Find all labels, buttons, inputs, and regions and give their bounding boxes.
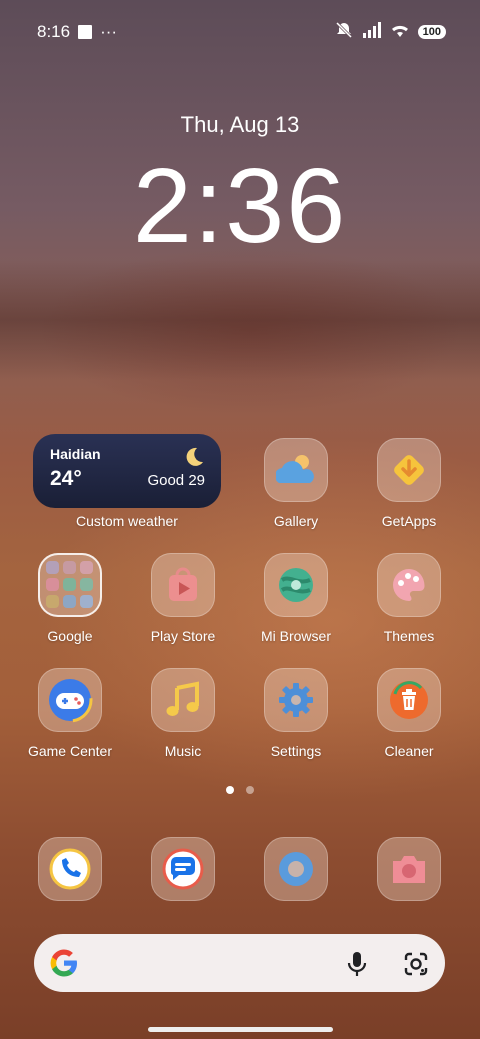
google-search-bar[interactable] [34, 934, 445, 992]
phone-app-icon[interactable] [38, 837, 102, 901]
gallery-icon [276, 455, 314, 483]
wifi-icon [390, 22, 410, 43]
page-indicator-dot-1[interactable] [226, 786, 234, 794]
clock-widget[interactable]: 2:36 [0, 148, 480, 265]
phone-icon [49, 848, 91, 890]
weather-widget-label: Custom weather [76, 513, 178, 529]
more-notifications: ··· [100, 22, 118, 41]
cleaner-label: Cleaner [384, 743, 434, 759]
gesture-navigation-bar[interactable] [148, 1027, 333, 1032]
themes-label: Themes [383, 628, 435, 644]
getapps-icon [394, 455, 424, 485]
folder-apps-icon [46, 561, 93, 608]
weather-temperature: 24° [50, 467, 82, 490]
themes-icon [393, 569, 425, 601]
weather-city: Haidian [50, 446, 101, 462]
browser-app-icon[interactable] [264, 837, 328, 901]
cleaner-app-icon[interactable] [377, 668, 441, 732]
page-indicator-dot-2[interactable] [246, 786, 254, 794]
game-center-app-icon[interactable] [38, 668, 102, 732]
browser-icon [279, 852, 313, 886]
moon-icon [183, 446, 205, 473]
lockscreen-date[interactable]: Thu, Aug 13 [0, 112, 480, 138]
status-time: 8:16 [37, 22, 71, 41]
gear-icon [279, 683, 313, 717]
signal-icon [362, 21, 382, 43]
battery-indicator: 100 [417, 25, 446, 39]
google-logo [48, 947, 80, 984]
play-store-icon [169, 567, 197, 601]
status-bar: 8:16 ··· 100 [37, 18, 446, 46]
gallery-app-icon[interactable] [264, 438, 328, 502]
weather-widget[interactable]: Haidian 24° Good 29 [33, 434, 221, 508]
weather-air-quality: Good 29 [147, 472, 205, 489]
game-center-icon [47, 677, 93, 723]
mi-browser-app-icon[interactable] [264, 553, 328, 617]
settings-app-icon[interactable] [264, 668, 328, 732]
music-icon [166, 681, 199, 716]
getapps-label: GetApps [381, 513, 437, 529]
google-folder[interactable] [38, 553, 102, 617]
themes-app-icon[interactable] [377, 553, 441, 617]
music-app-icon[interactable] [151, 668, 215, 732]
notification-icon [78, 25, 93, 39]
mi-browser-icon [279, 568, 313, 602]
mic-icon[interactable] [346, 950, 368, 983]
lens-icon[interactable] [403, 951, 429, 982]
getapps-app-icon[interactable] [377, 438, 441, 502]
messages-icon [162, 848, 204, 890]
messages-app-icon[interactable] [151, 837, 215, 901]
mute-vibrate-icon [334, 21, 354, 44]
camera-app-icon[interactable] [377, 837, 441, 901]
cleaner-icon [390, 681, 428, 719]
play-store-app-icon[interactable] [151, 553, 215, 617]
camera-icon [393, 856, 425, 883]
